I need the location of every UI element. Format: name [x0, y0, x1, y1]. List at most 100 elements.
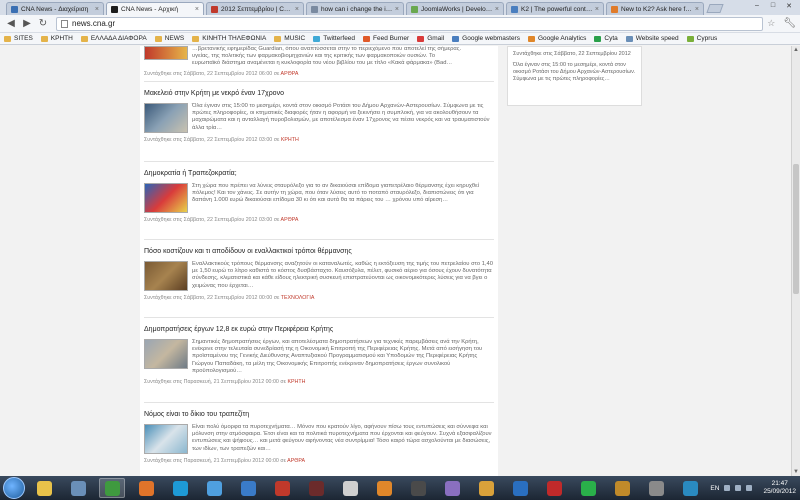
article-title[interactable]: Πόσο κοστίζουν και τι αποδίδουν οι εναλλ…: [144, 248, 494, 255]
article-thumbnail[interactable]: [144, 46, 188, 60]
category-link[interactable]: ΑΡΘΡΑ: [281, 217, 299, 223]
article-thumbnail[interactable]: [144, 261, 188, 291]
article-meta: Συντάχθηκε στις Παρασκευή, 21 Σεπτεμβρίο…: [144, 458, 494, 464]
article-thumbnail[interactable]: [144, 183, 188, 213]
bookmark-item[interactable]: Feed Burner: [363, 35, 409, 42]
browser-tab[interactable]: CNA News - Αρχική ×: [106, 2, 204, 15]
article-fragment: …βρετανικής εφημερίδας Guardian, όπου αν…: [144, 46, 494, 82]
taskbar-app[interactable]: [643, 478, 669, 498]
folder-icon: [154, 35, 162, 42]
firefox-app-icon: [138, 480, 154, 496]
clock[interactable]: 21:47 25/09/2012: [763, 480, 796, 496]
taskbar-app[interactable]: [371, 478, 397, 498]
browser-tab[interactable]: K2 | The powerful conte… ×: [506, 2, 604, 15]
tray-icon[interactable]: [724, 485, 731, 491]
bookmark-item[interactable]: SITES: [4, 35, 33, 42]
tab-close-icon[interactable]: ×: [195, 6, 199, 13]
taskbar-app[interactable]: [507, 478, 533, 498]
app-icon: [682, 480, 698, 496]
taskbar-app[interactable]: [609, 478, 635, 498]
language-indicator[interactable]: EN: [710, 485, 719, 492]
tab-close-icon[interactable]: ×: [295, 6, 299, 13]
article-title[interactable]: Μακελειό στην Κρήτη με νεκρό έναν 17χρον…: [144, 90, 494, 97]
browser-tab[interactable]: 2012 Σεπτεμβρίου | CNA ×: [206, 2, 304, 15]
article-date: Συντάχθηκε στις Παρασκευή, 21 Σεπτεμβρίο…: [144, 458, 286, 464]
reload-icon[interactable]: ↻: [36, 17, 50, 31]
browser-tab[interactable]: how can i change the im… ×: [306, 2, 404, 15]
article-item: Δημοπρατήσεις έργων 12,8 εκ ευρώ στην Πε…: [144, 318, 494, 403]
bookmark-item[interactable]: ΚΡΗΤΗ: [40, 35, 73, 42]
taskbar-app[interactable]: [133, 478, 159, 498]
article-column: …βρετανικής εφημερίδας Guardian, όπου αν…: [140, 46, 498, 476]
address-bar[interactable]: news.cna.gr: [56, 16, 764, 31]
bookmark-item[interactable]: Google Analytics: [527, 35, 586, 42]
bookmark-label: ΚΡΗΤΗ: [50, 35, 73, 42]
bookmark-item[interactable]: ΚΙΝΗΤΗ ΤΗΛΕΦΩΝΙΑ: [192, 35, 266, 42]
scroll-down-icon[interactable]: ▼: [792, 468, 800, 476]
back-icon[interactable]: ◀: [4, 17, 18, 31]
taskbar-app[interactable]: [337, 478, 363, 498]
vertical-scrollbar[interactable]: ▲ ▼: [791, 46, 800, 476]
article-thumbnail[interactable]: [144, 424, 188, 454]
taskbar-app[interactable]: [405, 478, 431, 498]
tab-close-icon[interactable]: ×: [695, 6, 699, 13]
article-thumbnail[interactable]: [144, 103, 188, 133]
bookmark-item[interactable]: NEWS: [154, 35, 184, 42]
bookmark-item[interactable]: MUSIC: [274, 35, 305, 42]
taskbar-app[interactable]: [201, 478, 227, 498]
close-window-icon[interactable]: ✕: [782, 1, 796, 10]
article-title[interactable]: Δημοκρατία ή Τραπεζοκρατία;: [144, 170, 494, 177]
tab-close-icon[interactable]: ×: [495, 6, 499, 13]
start-button[interactable]: [3, 477, 25, 499]
taskbar-app[interactable]: [269, 478, 295, 498]
bookmark-item[interactable]: Website speed: [625, 35, 679, 42]
article-title[interactable]: Νόμος είναι το δίκιο του τραπεζίτη: [144, 411, 494, 418]
tab-close-icon[interactable]: ×: [395, 6, 399, 13]
new-tab-button[interactable]: [706, 4, 724, 13]
taskbar-app[interactable]: [677, 478, 703, 498]
volume-icon[interactable]: [746, 485, 753, 491]
bookmark-item[interactable]: Gmail: [417, 35, 444, 42]
minimize-icon[interactable]: –: [750, 1, 764, 10]
wrench-menu-icon[interactable]: 🔧︎: [783, 18, 796, 29]
taskbar-app[interactable]: [167, 478, 193, 498]
taskbar-app[interactable]: [473, 478, 499, 498]
browser-tab[interactable]: New to K2? Ask here first… ×: [606, 2, 704, 15]
article-date: Συντάχθηκε στις Σάββατο, 22 Σεπτεμβρίου …: [144, 217, 280, 223]
taskbar-app[interactable]: [31, 478, 57, 498]
taskbar-app[interactable]: [99, 478, 125, 498]
bookmark-item[interactable]: ΕΛΛΑΔΑ ΔΙΑΦΟΡΑ: [80, 35, 147, 42]
browser-tab[interactable]: JoomlaWorks | Develope… ×: [406, 2, 504, 15]
app-icon: [308, 480, 324, 496]
folder-icon: [80, 35, 88, 42]
maximize-icon[interactable]: □: [766, 1, 780, 10]
category-link[interactable]: ΚΡΗΤΗ: [281, 137, 299, 143]
article-title[interactable]: Δημοπρατήσεις έργων 12,8 εκ ευρώ στην Πε…: [144, 326, 494, 333]
bookmark-item[interactable]: Google webmasters: [452, 35, 520, 42]
forward-icon[interactable]: ▶: [20, 17, 34, 31]
taskbar-app[interactable]: [541, 478, 567, 498]
browser-tab[interactable]: CNA News - Διαχείριση ×: [6, 2, 104, 15]
taskbar-app[interactable]: [235, 478, 261, 498]
category-link[interactable]: ΑΡΘΡΑ: [281, 71, 299, 77]
bookmark-item[interactable]: Twitterfeed: [313, 35, 355, 42]
taskbar-app[interactable]: [65, 478, 91, 498]
scroll-thumb[interactable]: [793, 164, 799, 294]
bookmark-label: ΚΙΝΗΤΗ ΤΗΛΕΦΩΝΙΑ: [202, 35, 267, 42]
taskbar-app[interactable]: [439, 478, 465, 498]
tab-close-icon[interactable]: ×: [95, 6, 99, 13]
bookmark-item[interactable]: Cyta: [594, 35, 618, 42]
article-date: Συντάχθηκε στις Σάββατο, 22 Σεπτεμβρίου …: [144, 137, 280, 143]
taskbar-app[interactable]: [303, 478, 329, 498]
article-thumbnail[interactable]: [144, 339, 188, 369]
category-link[interactable]: ΤΕΧΝΟΛΟΓΙΑ: [281, 295, 315, 301]
bookmark-item[interactable]: Cyprus: [686, 35, 717, 42]
network-icon[interactable]: [735, 485, 742, 491]
category-link[interactable]: ΑΡΘΡΑ: [287, 458, 305, 464]
tab-close-icon[interactable]: ×: [595, 6, 599, 13]
favicon-icon: [311, 5, 318, 13]
taskbar-app[interactable]: [575, 478, 601, 498]
category-link[interactable]: ΚΡΗΤΗ: [287, 379, 305, 385]
bookmark-star-icon[interactable]: ☆: [767, 18, 775, 29]
scroll-up-icon[interactable]: ▲: [792, 46, 800, 54]
